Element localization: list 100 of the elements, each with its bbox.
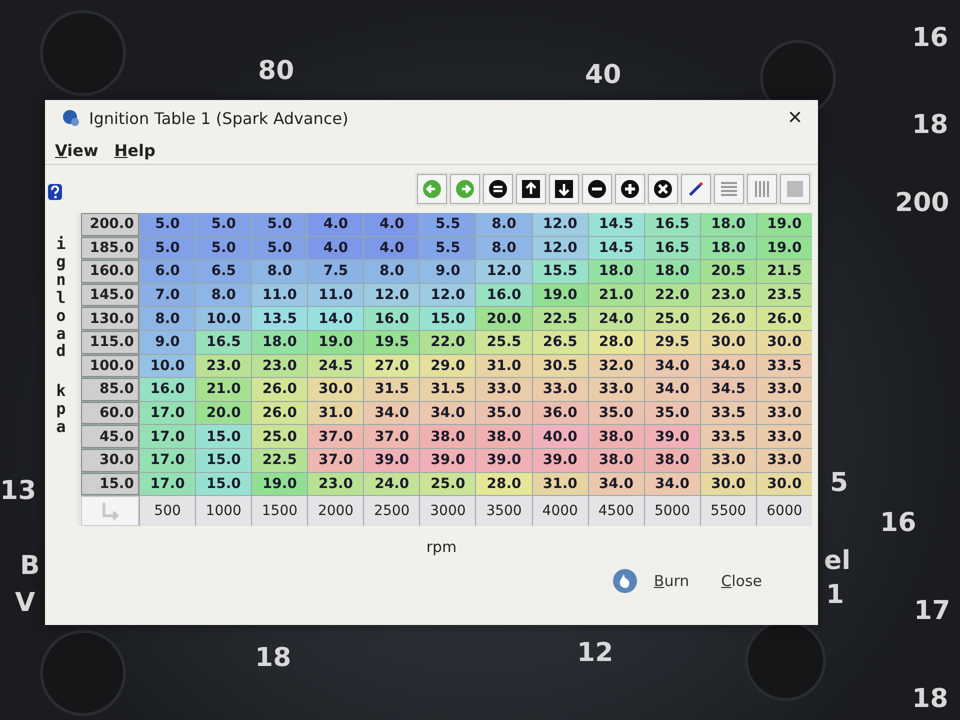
table-cell[interactable]: 16.5 xyxy=(644,213,700,236)
table-cell[interactable]: 38.0 xyxy=(420,425,476,448)
table-cell[interactable]: 24.0 xyxy=(364,472,420,496)
table-cell[interactable]: 14.5 xyxy=(588,213,644,236)
table-cell[interactable]: 7.0 xyxy=(140,284,196,306)
table-cell[interactable]: 22.0 xyxy=(420,330,476,354)
table-cell[interactable]: 8.0 xyxy=(196,284,252,306)
table-cell[interactable]: 13.5 xyxy=(252,307,308,330)
columns-icon[interactable] xyxy=(747,174,777,204)
table-cell[interactable]: 6.0 xyxy=(140,260,196,283)
table-cell[interactable]: 19.5 xyxy=(364,330,420,354)
table-cell[interactable]: 30.0 xyxy=(756,472,812,496)
column-header-cell[interactable]: 3500 xyxy=(476,496,532,526)
pen-icon[interactable] xyxy=(681,174,711,204)
table-cell[interactable]: 7.5 xyxy=(308,260,364,283)
table-cell[interactable]: 33.5 xyxy=(756,354,812,378)
column-header-cell[interactable]: 500 xyxy=(140,496,196,526)
table-cell[interactable]: 23.0 xyxy=(308,472,364,496)
column-header-cell[interactable]: 2000 xyxy=(308,496,364,526)
table-cell[interactable]: 5.0 xyxy=(252,213,308,236)
table-cell[interactable]: 19.0 xyxy=(308,330,364,354)
table-cell[interactable]: 39.0 xyxy=(364,448,420,472)
column-header-cell[interactable]: 5000 xyxy=(644,496,700,526)
table-cell[interactable]: 8.0 xyxy=(140,307,196,330)
table-cell[interactable]: 29.5 xyxy=(644,330,700,354)
table-cell[interactable]: 33.5 xyxy=(700,425,756,448)
table-cell[interactable]: 33.0 xyxy=(756,425,812,448)
table-cell[interactable]: 18.0 xyxy=(700,236,756,260)
column-header-cell[interactable]: 3000 xyxy=(420,496,476,526)
table-cell[interactable]: 38.0 xyxy=(588,448,644,472)
table-cell[interactable]: 37.0 xyxy=(308,425,364,448)
table-cell[interactable]: 40.0 xyxy=(532,425,588,448)
table-cell[interactable]: 18.0 xyxy=(644,260,700,283)
table-cell[interactable]: 33.0 xyxy=(756,448,812,472)
table-cell[interactable]: 18.0 xyxy=(588,260,644,283)
table-cell[interactable]: 16.5 xyxy=(196,330,252,354)
table-cell[interactable]: 21.0 xyxy=(196,378,252,401)
row-header-cell[interactable]: 115.0 xyxy=(81,330,139,354)
table-cell[interactable]: 15.5 xyxy=(532,260,588,283)
table-cell[interactable]: 5.5 xyxy=(420,213,476,236)
table-cell[interactable]: 5.0 xyxy=(140,213,196,236)
table-cell[interactable]: 33.5 xyxy=(700,402,756,424)
table-cell[interactable]: 26.5 xyxy=(532,330,588,354)
table-cell[interactable]: 34.0 xyxy=(644,378,700,401)
table-cell[interactable]: 34.0 xyxy=(364,402,420,424)
column-header-cell[interactable]: 4000 xyxy=(532,496,588,526)
table-cell[interactable]: 32.0 xyxy=(588,354,644,378)
table-cell[interactable]: 14.0 xyxy=(308,307,364,330)
table-cell[interactable]: 26.0 xyxy=(756,307,812,330)
column-header-cell[interactable]: 2500 xyxy=(364,496,420,526)
column-header-cell[interactable]: 6000 xyxy=(756,496,812,526)
table-cell[interactable]: 17.0 xyxy=(140,402,196,424)
table-cell[interactable]: 33.0 xyxy=(756,378,812,401)
table-cell[interactable]: 33.0 xyxy=(700,448,756,472)
table-cell[interactable]: 12.0 xyxy=(476,260,532,283)
column-header-cell[interactable]: 1000 xyxy=(196,496,252,526)
table-cell[interactable]: 29.0 xyxy=(420,354,476,378)
table-cell[interactable]: 22.0 xyxy=(644,284,700,306)
column-header-cell[interactable]: 5500 xyxy=(700,496,756,526)
table-cell[interactable]: 23.5 xyxy=(756,284,812,306)
table-cell[interactable]: 5.0 xyxy=(252,236,308,260)
table-cell[interactable]: 33.0 xyxy=(756,402,812,424)
table-cell[interactable]: 5.0 xyxy=(196,213,252,236)
multiply-icon[interactable] xyxy=(648,174,678,204)
row-header-cell[interactable]: 200.0 xyxy=(81,213,139,236)
table-cell[interactable]: 35.0 xyxy=(476,402,532,424)
table-cell[interactable]: 34.0 xyxy=(644,354,700,378)
table-cell[interactable]: 22.5 xyxy=(252,448,308,472)
table-cell[interactable]: 30.0 xyxy=(700,330,756,354)
table-cell[interactable]: 8.0 xyxy=(364,260,420,283)
table-cell[interactable]: 31.5 xyxy=(420,378,476,401)
table-cell[interactable]: 28.0 xyxy=(588,330,644,354)
table-cell[interactable]: 30.0 xyxy=(308,378,364,401)
table-cell[interactable]: 20.5 xyxy=(700,260,756,283)
table-cell[interactable]: 34.0 xyxy=(644,472,700,496)
table-cell[interactable]: 31.0 xyxy=(532,472,588,496)
table-cell[interactable]: 4.0 xyxy=(308,236,364,260)
minus-icon[interactable] xyxy=(582,174,612,204)
table-cell[interactable]: 12.0 xyxy=(420,284,476,306)
table-cell[interactable]: 22.5 xyxy=(532,307,588,330)
table-cell[interactable]: 19.0 xyxy=(756,236,812,260)
table-cell[interactable]: 30.5 xyxy=(532,354,588,378)
table-cell[interactable]: 39.0 xyxy=(476,448,532,472)
table-cell[interactable]: 21.0 xyxy=(588,284,644,306)
table-cell[interactable]: 11.0 xyxy=(252,284,308,306)
table-cell[interactable]: 37.0 xyxy=(308,448,364,472)
table-cell[interactable]: 17.0 xyxy=(140,448,196,472)
table-cell[interactable]: 33.0 xyxy=(532,378,588,401)
table-cell[interactable]: 31.5 xyxy=(364,378,420,401)
table-cell[interactable]: 15.0 xyxy=(420,307,476,330)
table-cell[interactable]: 5.5 xyxy=(420,236,476,260)
row-header-cell[interactable]: 185.0 xyxy=(81,236,139,260)
table-cell[interactable]: 4.0 xyxy=(364,213,420,236)
close-button[interactable]: × xyxy=(782,104,808,132)
help-icon[interactable] xyxy=(47,183,63,201)
menu-item[interactable]: Help xyxy=(114,140,156,160)
table-cell[interactable]: 12.0 xyxy=(364,284,420,306)
table-cell[interactable]: 38.0 xyxy=(476,425,532,448)
table-cell[interactable]: 15.0 xyxy=(196,472,252,496)
table-cell[interactable]: 9.0 xyxy=(420,260,476,283)
